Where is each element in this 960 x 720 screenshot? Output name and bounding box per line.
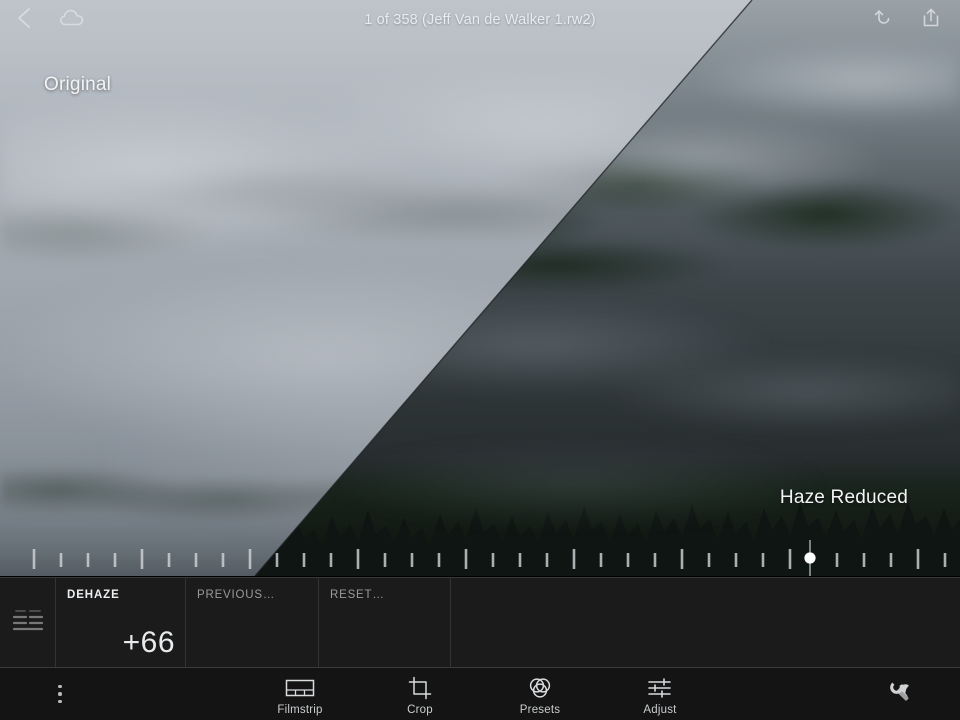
toolbar-label-filmstrip: Filmstrip <box>277 703 323 716</box>
filmstrip-icon <box>285 677 315 699</box>
cloud-icon[interactable] <box>58 6 86 35</box>
photo-canvas[interactable]: Original Haze Reduced <box>0 0 960 576</box>
settings-wrench-button[interactable] <box>840 679 960 710</box>
bottom-toolbar: Filmstrip Crop Presets Adjust <box>0 668 960 720</box>
more-vertical-icon <box>58 684 62 704</box>
toolbar-label-crop: Crop <box>407 703 433 716</box>
lightroom-editor-window: Original Haze Reduced 1 of 358 (Jeff Van… <box>0 0 960 720</box>
toolbar-item-crop[interactable]: Crop <box>379 673 461 716</box>
original-label: Original <box>44 74 112 95</box>
toolbar-item-adjust[interactable]: Adjust <box>619 673 701 716</box>
adjust-panel: DEHAZE +66 PREVIOUS… RESET… <box>0 576 960 668</box>
panel-cell-dehaze[interactable]: DEHAZE +66 <box>55 577 185 668</box>
sliders-list-icon <box>11 606 45 639</box>
adjust-sliders-icon <box>647 677 673 699</box>
more-menu-button[interactable] <box>0 684 120 704</box>
wrench-icon <box>887 679 913 710</box>
haze-reduced-label: Haze Reduced <box>779 487 908 508</box>
dehaze-slider[interactable] <box>0 540 960 576</box>
dehaze-label: DEHAZE <box>67 589 120 601</box>
chevron-left-icon[interactable] <box>14 5 36 36</box>
dehaze-value: +66 <box>122 626 175 659</box>
toolbar-item-filmstrip[interactable]: Filmstrip <box>259 673 341 716</box>
share-export-icon[interactable] <box>920 6 942 35</box>
toolbar-label-presets: Presets <box>519 703 561 716</box>
toolbar-items: Filmstrip Crop Presets Adjust <box>120 673 840 716</box>
panel-cell-reset[interactable]: RESET… <box>318 577 450 668</box>
panel-empty-area <box>450 577 960 668</box>
crop-icon <box>408 676 432 699</box>
slider-thumb <box>804 540 816 576</box>
undo-icon[interactable] <box>872 6 896 35</box>
previous-label: PREVIOUS… <box>197 589 276 601</box>
sliders-list-button[interactable] <box>0 577 55 668</box>
presets-icon <box>527 677 553 699</box>
photo-title: 1 of 358 (Jeff Van de Walker 1.rw2) <box>364 12 596 28</box>
toolbar-label-adjust: Adjust <box>643 703 677 716</box>
toolbar-item-presets[interactable]: Presets <box>499 673 581 716</box>
panel-cell-previous[interactable]: PREVIOUS… <box>185 577 318 668</box>
reset-label: RESET… <box>330 589 385 601</box>
